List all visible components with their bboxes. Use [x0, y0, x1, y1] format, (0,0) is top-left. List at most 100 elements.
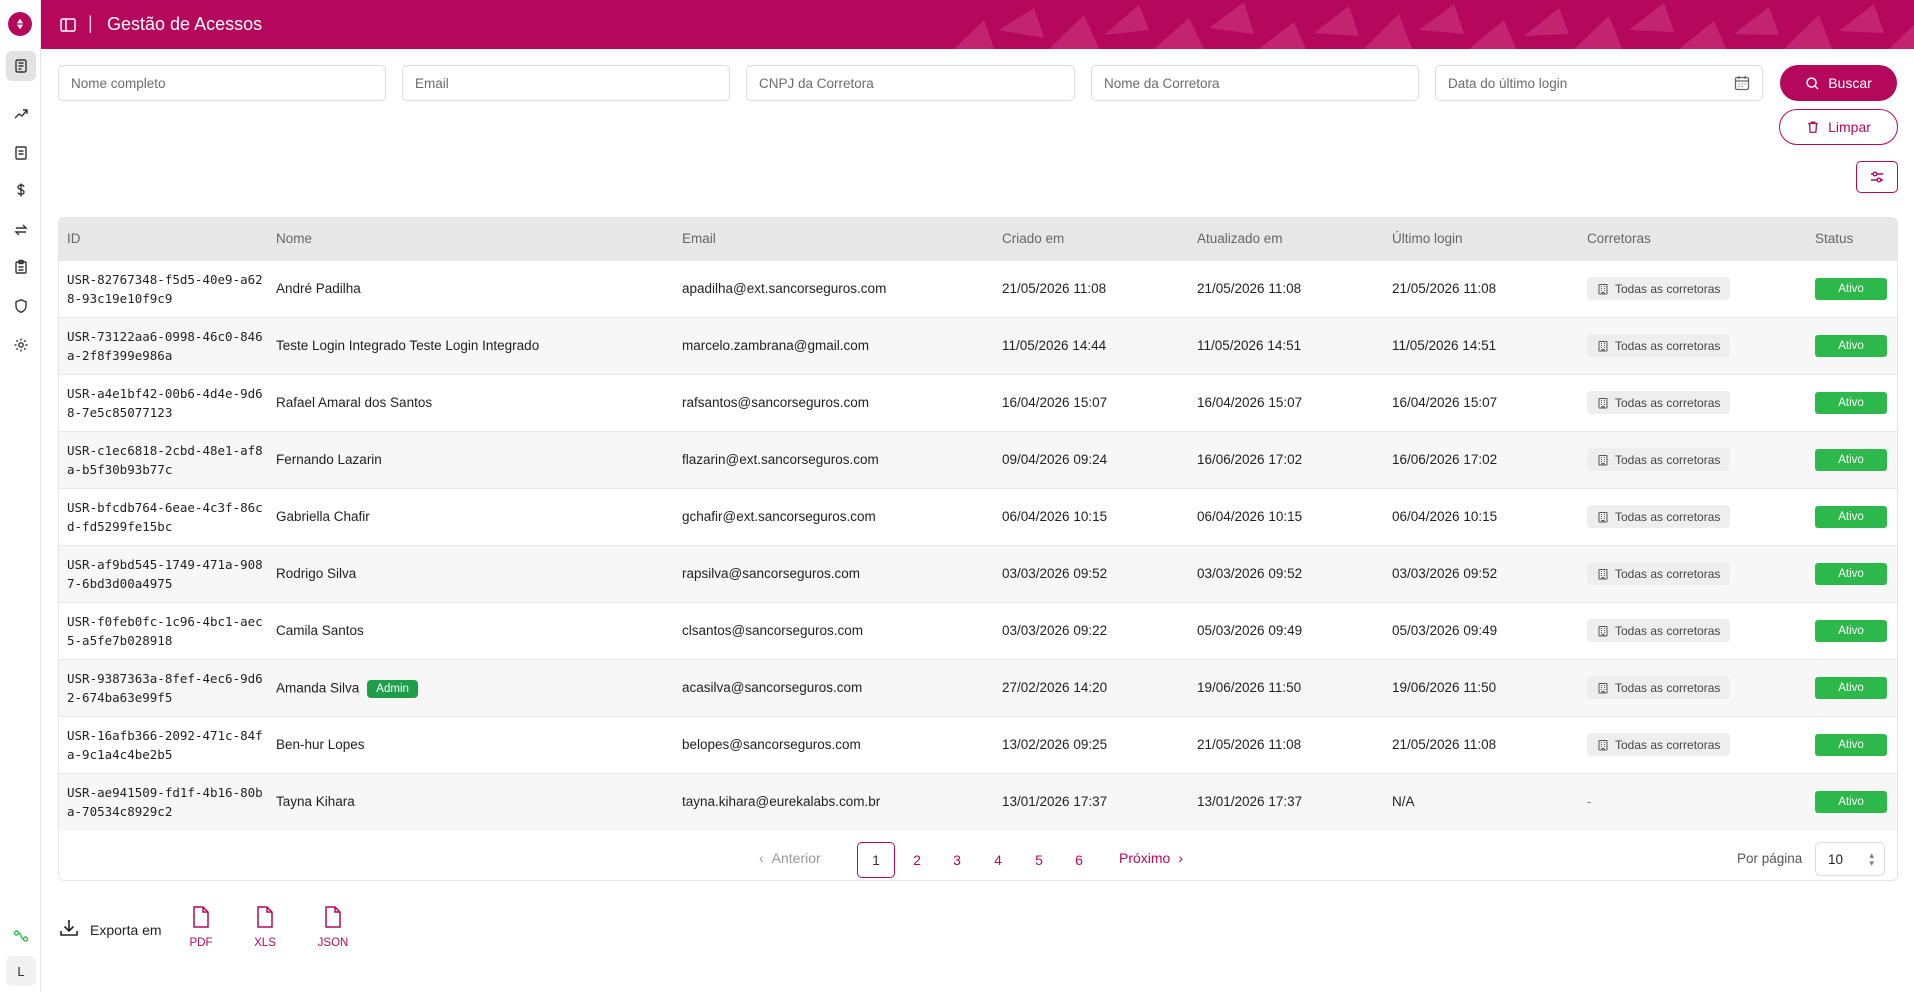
export-pdf-button[interactable]: PDF	[181, 905, 221, 963]
column-header-status[interactable]: Status	[1815, 231, 1853, 246]
user-id: USR-9387363a-8fef-4ec6-9d62-674ba63e99f5	[67, 671, 263, 705]
broker-name-input[interactable]	[1091, 65, 1419, 101]
table-row[interactable]: USR-c1ec6818-2cbd-48e1-af8a-b5f30b93b77c…	[59, 431, 1897, 488]
export-label: Exporta em	[90, 922, 162, 938]
user-name: Camila Santos	[276, 623, 364, 638]
created-at: 06/04/2026 10:15	[1002, 509, 1108, 524]
user-name-text: Fernando Lazarin	[276, 452, 382, 467]
user-name-text: Teste Login Integrado Teste Login Integr…	[276, 338, 540, 353]
user-name: Rafael Amaral dos Santos	[276, 395, 432, 410]
building-icon	[1598, 511, 1608, 522]
user-id: USR-c1ec6818-2cbd-48e1-af8a-b5f30b93b77c	[67, 443, 263, 477]
user-name: Ben-hur Lopes	[276, 737, 365, 752]
status-badge: Ativo	[1815, 335, 1887, 357]
nav-gear-icon[interactable]	[6, 330, 36, 360]
user-email: belopes@sancorseguros.com	[682, 737, 861, 752]
clear-button-label: Limpar	[1828, 119, 1871, 135]
column-settings-button[interactable]	[1856, 161, 1898, 193]
nav-users-icon[interactable]	[6, 51, 36, 81]
search-button[interactable]: Buscar	[1780, 65, 1897, 101]
chevron-updown-icon: ▴ ▾	[1869, 850, 1874, 868]
user-id: USR-ae941509-fd1f-4b16-80ba-70534c8929c2	[67, 785, 263, 819]
table-row[interactable]: USR-82767348-f5d5-40e9-a628-93c19e10f9c9…	[59, 260, 1897, 317]
user-name-text: Rodrigo Silva	[276, 566, 357, 581]
nav-dollar-icon[interactable]	[6, 175, 36, 205]
full-name-input[interactable]	[58, 65, 386, 101]
table-row[interactable]: USR-af9bd545-1749-471a-9087-6bd3d00a4975…	[59, 545, 1897, 602]
page-1-button[interactable]: 1	[857, 842, 895, 878]
page-2-button[interactable]: 2	[898, 842, 936, 878]
column-header-last-login[interactable]: Último login	[1392, 231, 1463, 246]
building-icon	[1598, 568, 1608, 579]
status-badge: Ativo	[1815, 791, 1887, 813]
table-row[interactable]: USR-f0feb0fc-1c96-4bc1-aec5-a5fe7b028918…	[59, 602, 1897, 659]
export-bar: Exporta em PDF XLS JSON	[58, 905, 398, 965]
nav-clipboard-icon[interactable]	[6, 252, 36, 282]
column-header-created[interactable]: Criado em	[1002, 231, 1064, 246]
page-4-button[interactable]: 4	[979, 842, 1017, 878]
page-3-button[interactable]: 3	[938, 842, 976, 878]
export-xls-button[interactable]: XLS	[245, 905, 285, 963]
cnpj-input[interactable]	[746, 65, 1075, 101]
user-name: Fernando Lazarin	[276, 452, 382, 467]
last-login: 21/05/2026 11:08	[1392, 737, 1497, 752]
clear-button[interactable]: Limpar	[1779, 109, 1898, 145]
created-at: 03/03/2026 09:52	[1002, 566, 1108, 581]
trash-icon	[1808, 121, 1818, 133]
last-login: 11/05/2026 14:51	[1392, 338, 1497, 353]
page-5-button[interactable]: 5	[1020, 842, 1058, 878]
column-header-name[interactable]: Nome	[276, 231, 312, 246]
brokers-chip-label: Todas as corretoras	[1615, 281, 1721, 296]
page-6-button[interactable]: 6	[1060, 842, 1098, 878]
building-icon	[1598, 739, 1608, 750]
nav-trend-icon[interactable]	[6, 99, 36, 129]
table-row[interactable]: USR-16afb366-2092-471c-84fa-9c1a4c4be2b5…	[59, 716, 1897, 773]
user-name: Teste Login Integrado Teste Login Integr…	[276, 338, 539, 353]
user-email: clsantos@sancorseguros.com	[682, 623, 864, 638]
user-avatar[interactable]: L	[6, 956, 36, 986]
created-at: 27/02/2026 14:20	[1002, 680, 1108, 695]
brokers-chip-label: Todas as corretoras	[1615, 566, 1721, 581]
brand-logo-icon[interactable]	[8, 12, 32, 36]
column-header-brokers[interactable]: Corretoras	[1587, 231, 1651, 246]
last-login-date-input[interactable]	[1435, 65, 1763, 101]
building-icon	[1598, 682, 1608, 693]
nav-shield-icon[interactable]	[6, 291, 36, 321]
table-row[interactable]: USR-ae941509-fd1f-4b16-80ba-70534c8929c2…	[59, 773, 1897, 830]
next-page-label: Próximo	[1119, 850, 1171, 866]
nav-document-icon[interactable]	[6, 138, 36, 168]
table-row[interactable]: USR-bfcdb764-6eae-4c3f-86cd-fd5299fe15bc…	[59, 488, 1897, 545]
export-json-button[interactable]: JSON	[313, 905, 353, 963]
column-header-email[interactable]: Email	[682, 231, 716, 246]
top-header: | Gestão de Acessos	[41, 0, 1914, 49]
route-icon[interactable]	[6, 921, 36, 951]
brokers-chip-label: Todas as corretoras	[1615, 509, 1721, 524]
users-table: ID Nome Email Criado em Atualizado em Úl…	[58, 217, 1898, 881]
download-icon	[60, 920, 78, 936]
table-row[interactable]: USR-a4e1bf42-00b6-4d4e-9d68-7e5c85077123…	[59, 374, 1897, 431]
brokers-chip: Todas as corretoras	[1587, 391, 1731, 414]
sidebar-toggle-icon[interactable]	[59, 16, 77, 34]
chevron-right-icon: ›	[1178, 850, 1184, 866]
column-header-id[interactable]: ID	[67, 231, 81, 246]
table-row[interactable]: USR-73122aa6-0998-46c0-846a-2f8f399e986a…	[59, 317, 1897, 374]
nav-transfer-icon[interactable]	[6, 215, 36, 245]
search-icon	[1806, 76, 1819, 90]
table-row[interactable]: USR-9387363a-8fef-4ec6-9d62-674ba63e99f5…	[59, 659, 1897, 716]
updated-at: 16/06/2026 17:02	[1197, 452, 1303, 467]
calendar-icon[interactable]	[1733, 74, 1751, 92]
updated-at: 11/05/2026 14:51	[1197, 338, 1302, 353]
user-id: USR-73122aa6-0998-46c0-846a-2f8f399e986a	[67, 329, 263, 363]
brokers-chip-label: Todas as corretoras	[1615, 623, 1721, 638]
status-badge: Ativo	[1815, 506, 1887, 528]
email-input[interactable]	[402, 65, 730, 101]
column-header-updated[interactable]: Atualizado em	[1197, 231, 1283, 246]
user-name-text: Tayna Kihara	[276, 794, 355, 809]
brokers-chip: Todas as corretoras	[1587, 505, 1731, 528]
per-page-select[interactable]: 10 ▴ ▾	[1815, 842, 1885, 876]
next-page-button[interactable]: Próximo ›	[1119, 850, 1183, 866]
brokers-chip: Todas as corretoras	[1587, 733, 1731, 756]
user-id: USR-16afb366-2092-471c-84fa-9c1a4c4be2b5	[67, 728, 263, 762]
user-email: flazarin@ext.sancorseguros.com	[682, 452, 879, 467]
previous-page-button[interactable]: ‹ Anterior	[759, 850, 821, 866]
